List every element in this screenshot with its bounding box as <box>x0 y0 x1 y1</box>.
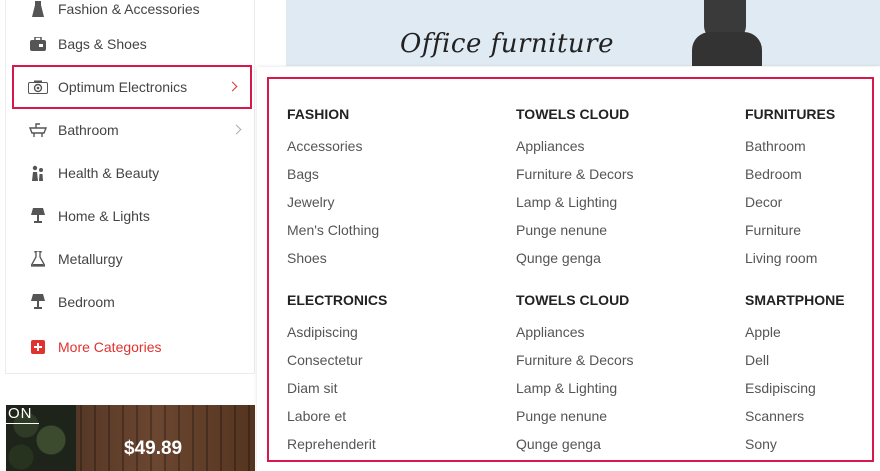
menu-link[interactable]: Punge nenune <box>516 220 716 248</box>
menu-link[interactable]: Furniture <box>745 220 880 248</box>
menu-column-towels-cloud-2: TOWELS CLOUD Appliances Furniture & Deco… <box>516 290 716 462</box>
sidebar-item-bathroom[interactable]: Bathroom <box>6 110 254 150</box>
promo-price: $49.89 <box>124 438 183 459</box>
menu-link[interactable]: Lamp & Lighting <box>516 192 716 220</box>
office-furniture-banner[interactable]: Office furniture <box>286 0 880 66</box>
category-sidebar: Fashion & Accessories Bags & Shoes Optim… <box>5 0 255 374</box>
bag-icon <box>26 37 50 51</box>
menu-column-electronics: ELECTRONICS Asdipiscing Consectetur Diam… <box>287 290 487 462</box>
lamp-icon <box>26 208 50 224</box>
sidebar-item-label: Fashion & Accessories <box>58 1 200 17</box>
menu-link[interactable]: Furniture & Decors <box>516 350 716 378</box>
menu-link[interactable]: Sony <box>745 434 880 462</box>
menu-column-heading[interactable]: FASHION <box>287 104 487 124</box>
menu-link[interactable]: Shoes <box>287 248 487 276</box>
flask-icon <box>26 251 50 267</box>
menu-link[interactable]: Bathroom <box>745 136 880 164</box>
menu-link[interactable]: Bedroom <box>745 164 880 192</box>
camera-icon <box>26 80 50 94</box>
sidebar-item-health-beauty[interactable]: Health & Beauty <box>6 153 254 193</box>
people-icon <box>26 165 50 181</box>
menu-link[interactable]: Scanners <box>745 406 880 434</box>
menu-link[interactable]: Accessories <box>287 136 487 164</box>
menu-column-heading[interactable]: TOWELS CLOUD <box>516 290 716 310</box>
more-categories-label: More Categories <box>58 339 162 355</box>
chevron-right-icon <box>231 124 242 135</box>
menu-link[interactable]: Apple <box>745 322 880 350</box>
menu-link[interactable]: Labore et <box>287 406 487 434</box>
menu-link[interactable]: Consectetur <box>287 350 487 378</box>
menu-link[interactable]: Reprehenderit <box>287 434 487 462</box>
menu-link[interactable]: Qunge genga <box>516 248 716 276</box>
dress-icon <box>26 1 50 17</box>
promo-tag: ON <box>6 405 38 424</box>
sidebar-item-metallurgy[interactable]: Metallurgy <box>6 239 254 279</box>
sidebar-item-label: Bedroom <box>58 294 115 310</box>
sidebar-item-optimum-electronics[interactable]: Optimum Electronics <box>12 65 252 109</box>
chevron-right-icon <box>227 81 238 92</box>
menu-column-smartphone: SMARTPHONE Apple Dell Esdipiscing Scanne… <box>745 290 880 462</box>
menu-link[interactable]: Asdipiscing <box>287 322 487 350</box>
plus-icon <box>26 340 50 354</box>
menu-link[interactable]: Jewelry <box>287 192 487 220</box>
sidebar-item-label: Home & Lights <box>58 208 150 224</box>
menu-link[interactable]: Bags <box>287 164 487 192</box>
menu-link[interactable]: Living room <box>745 248 880 276</box>
more-categories-link[interactable]: More Categories <box>6 327 254 367</box>
banner-title: Office furniture <box>400 29 614 59</box>
promo-banner[interactable]: ON $49.89 <box>6 405 255 471</box>
menu-column-towels-cloud: TOWELS CLOUD Appliances Furniture & Deco… <box>516 104 716 276</box>
sidebar-item-bags-shoes[interactable]: Bags & Shoes <box>6 24 254 64</box>
menu-column-fashion: FASHION Accessories Bags Jewelry Men's C… <box>287 104 487 276</box>
menu-column-heading[interactable]: TOWELS CLOUD <box>516 104 716 124</box>
mega-menu-panel: FASHION Accessories Bags Jewelry Men's C… <box>257 67 880 471</box>
menu-column-heading[interactable]: ELECTRONICS <box>287 290 487 310</box>
menu-link[interactable]: Diam sit <box>287 378 487 406</box>
sidebar-item-label: Health & Beauty <box>58 165 160 181</box>
sidebar-item-bedroom[interactable]: Bedroom <box>6 282 254 322</box>
sidebar-item-label: Bathroom <box>58 122 119 138</box>
menu-column-furnitures: FURNITURES Bathroom Bedroom Decor Furnit… <box>745 104 880 276</box>
menu-link[interactable]: Appliances <box>516 322 716 350</box>
sink-icon <box>26 122 50 138</box>
sidebar-item-label: Metallurgy <box>58 251 123 267</box>
menu-link[interactable]: Men's Clothing <box>287 220 487 248</box>
menu-link[interactable]: Esdipiscing <box>745 378 880 406</box>
sidebar-item-label: Bags & Shoes <box>58 36 147 52</box>
menu-link[interactable]: Decor <box>745 192 880 220</box>
chair-image-seat <box>692 32 762 66</box>
menu-link[interactable]: Punge nenune <box>516 406 716 434</box>
menu-column-heading[interactable]: SMARTPHONE <box>745 290 880 310</box>
menu-link[interactable]: Qunge genga <box>516 434 716 462</box>
lamp-icon <box>26 294 50 310</box>
menu-link[interactable]: Appliances <box>516 136 716 164</box>
sidebar-item-label: Optimum Electronics <box>58 79 188 95</box>
sidebar-item-home-lights[interactable]: Home & Lights <box>6 196 254 236</box>
menu-link[interactable]: Lamp & Lighting <box>516 378 716 406</box>
menu-link[interactable]: Furniture & Decors <box>516 164 716 192</box>
menu-column-heading[interactable]: FURNITURES <box>745 104 880 124</box>
menu-link[interactable]: Dell <box>745 350 880 378</box>
